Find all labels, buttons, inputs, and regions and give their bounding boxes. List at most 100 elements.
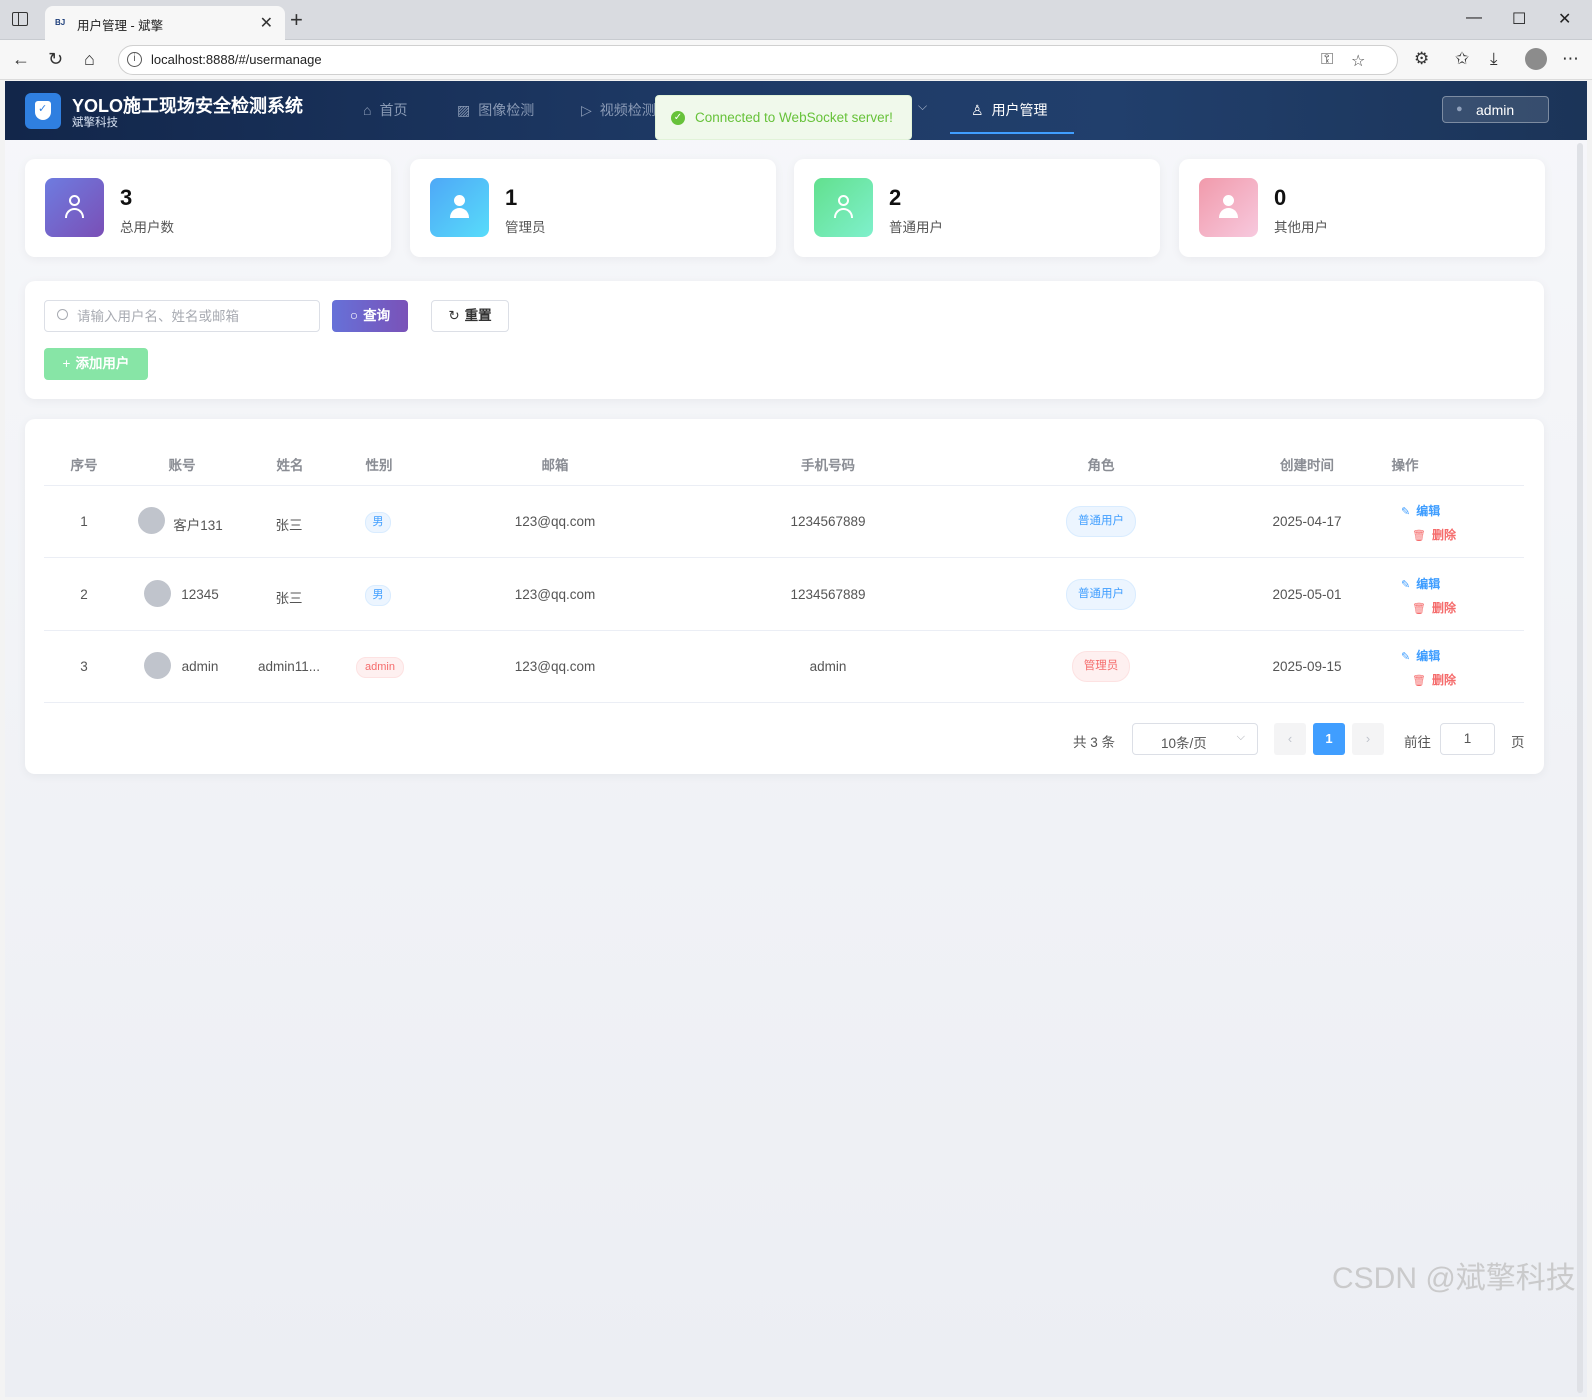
reset-button[interactable]: ↻ 重置 xyxy=(431,300,509,332)
browser-tab[interactable]: BJ 用户管理 - 斌擎 ✕ xyxy=(45,6,285,40)
profile-avatar[interactable] xyxy=(1525,48,1547,70)
edit-label: 编辑 xyxy=(1416,649,1441,663)
favorite-star-icon[interactable]: ☆ xyxy=(1351,51,1365,71)
websocket-toast: ✓ Connected to WebSocket server! xyxy=(655,95,912,140)
gender-tag: admin xyxy=(356,657,404,678)
browser-tab-bar: BJ 用户管理 - 斌擎 ✕ + — ☐ ✕ xyxy=(0,0,1592,40)
tab-close-icon[interactable]: ✕ xyxy=(260,13,273,33)
menu-video-detect[interactable]: ▷ 视频检测 xyxy=(581,100,656,120)
delete-label: 删除 xyxy=(1431,528,1456,542)
delete-label: 删除 xyxy=(1431,673,1456,687)
user-name: admin xyxy=(1476,102,1515,118)
user-dropdown-button[interactable]: ● admin xyxy=(1442,96,1549,123)
home-icon: ⌂ xyxy=(363,102,372,118)
app-viewport: YOLO施工现场安全检测系统 斌擎科技 ⌂首页 ▨图像检测 ▷视频检测 ⌵ ♙用… xyxy=(5,81,1587,1397)
goto-label: 前往 xyxy=(1404,735,1431,750)
row-divider xyxy=(44,702,1524,703)
tab-actions-icon[interactable] xyxy=(12,12,28,26)
maximize-icon[interactable]: ☐ xyxy=(1512,9,1526,29)
extensions-icon[interactable]: ⚙ xyxy=(1414,49,1429,69)
prev-page-button[interactable]: ‹ xyxy=(1274,723,1306,755)
search-input[interactable] xyxy=(77,306,312,326)
edit-icon: ✎ xyxy=(1401,506,1411,518)
avatar xyxy=(144,652,171,679)
minimize-icon[interactable]: — xyxy=(1466,9,1482,27)
col-header-email: 邮箱 xyxy=(541,458,569,473)
gender-tag: 男 xyxy=(365,512,391,533)
url-field[interactable]: i localhost:8888/#/usermanage ⚿ ☆ xyxy=(118,45,1398,75)
url-text: localhost:8888/#/usermanage xyxy=(151,52,322,67)
role-tag: 管理员 xyxy=(1072,651,1130,682)
menu-home[interactable]: ⌂ 首页 xyxy=(363,100,407,120)
stat-card-admin: 1 管理员 xyxy=(410,159,776,257)
col-header-index: 序号 xyxy=(70,458,98,473)
stat-value: 0 xyxy=(1274,185,1287,210)
image-icon: ▨ xyxy=(457,102,471,118)
site-info-icon[interactable]: i xyxy=(127,52,142,67)
trash-icon: 🗑 xyxy=(1412,530,1426,542)
edit-button[interactable]: ✎ 编辑 xyxy=(1401,575,1440,592)
more-icon[interactable]: ⋯ xyxy=(1562,49,1579,69)
cell-account: admin xyxy=(181,659,219,674)
page-number-current[interactable]: 1 xyxy=(1313,723,1345,755)
col-header-role: 角色 xyxy=(1087,458,1115,473)
row-divider xyxy=(44,630,1524,631)
user-icon xyxy=(814,178,873,237)
delete-button[interactable]: 🗑 删除 xyxy=(1412,526,1456,543)
key-icon[interactable]: ⚿ xyxy=(1321,51,1333,69)
home-icon[interactable]: ⌂ xyxy=(84,49,95,70)
page-scrollbar[interactable] xyxy=(1577,143,1583,1393)
gender-tag: 男 xyxy=(365,585,391,606)
cell-created: 2025-04-17 xyxy=(1272,514,1342,529)
cell-email: 123@qq.com xyxy=(514,514,596,529)
chevron-down-icon: ⌵ xyxy=(1236,731,1245,743)
query-button[interactable]: ○ 查询 xyxy=(332,300,408,332)
edit-icon: ✎ xyxy=(1401,651,1411,663)
watermark: CSDN @斌擎科技 xyxy=(1332,1262,1576,1295)
role-tag: 普通用户 xyxy=(1066,579,1136,610)
edit-button[interactable]: ✎ 编辑 xyxy=(1401,502,1440,519)
menu-user-manage[interactable]: ♙ 用户管理 xyxy=(971,100,1048,120)
cell-created: 2025-05-01 xyxy=(1272,587,1342,602)
chevron-down-icon[interactable]: ⌵ xyxy=(918,99,927,114)
cell-phone: 1234567889 xyxy=(790,587,866,602)
cell-account: 客户131 xyxy=(173,518,223,533)
stat-value: 2 xyxy=(889,185,902,210)
page-size-value: 10条/页 xyxy=(1161,736,1207,751)
delete-button[interactable]: 🗑 删除 xyxy=(1412,671,1456,688)
delete-button[interactable]: 🗑 删除 xyxy=(1412,599,1456,616)
avatar xyxy=(138,507,165,534)
trash-icon: 🗑 xyxy=(1412,603,1426,615)
goto-page-input[interactable]: 1 xyxy=(1440,723,1495,755)
tab-title: 用户管理 - 斌擎 xyxy=(77,19,164,33)
menu-user-label: 用户管理 xyxy=(991,102,1048,118)
new-tab-icon[interactable]: + xyxy=(290,7,303,33)
add-user-button[interactable]: + 添加用户 xyxy=(44,348,148,380)
close-window-icon[interactable]: ✕ xyxy=(1558,9,1571,29)
stat-label: 管理员 xyxy=(505,220,546,235)
next-page-button[interactable]: › xyxy=(1352,723,1384,755)
page-size-select[interactable]: 10条/页 ⌵ xyxy=(1132,723,1258,755)
page-suffix: 页 xyxy=(1511,735,1525,750)
back-icon[interactable]: ← xyxy=(12,49,30,70)
stat-card-normal: 2 普通用户 xyxy=(794,159,1160,257)
col-header-gender: 性别 xyxy=(365,458,393,473)
edit-button[interactable]: ✎ 编辑 xyxy=(1401,647,1440,664)
favorites-icon[interactable]: ✩ xyxy=(1455,49,1469,69)
plus-icon: + xyxy=(62,356,71,371)
menu-image-label: 图像检测 xyxy=(478,102,535,118)
trash-icon: 🗑 xyxy=(1412,675,1426,687)
other-user-icon xyxy=(1199,178,1258,237)
reset-label: 重置 xyxy=(464,308,492,323)
search-field[interactable] xyxy=(44,300,320,332)
menu-image-detect[interactable]: ▨ 图像检测 xyxy=(457,100,534,120)
download-icon[interactable]: ⤓ xyxy=(1490,49,1498,69)
toast-message: Connected to WebSocket server! xyxy=(695,110,893,125)
col-header-account: 账号 xyxy=(168,458,196,473)
col-header-created: 创建时间 xyxy=(1280,458,1334,473)
reload-icon[interactable]: ↻ xyxy=(48,49,63,70)
stat-label: 总用户数 xyxy=(120,220,174,235)
cell-phone: admin xyxy=(809,659,847,674)
menu-home-label: 首页 xyxy=(379,102,408,118)
cell-account: 12345 xyxy=(181,587,219,602)
